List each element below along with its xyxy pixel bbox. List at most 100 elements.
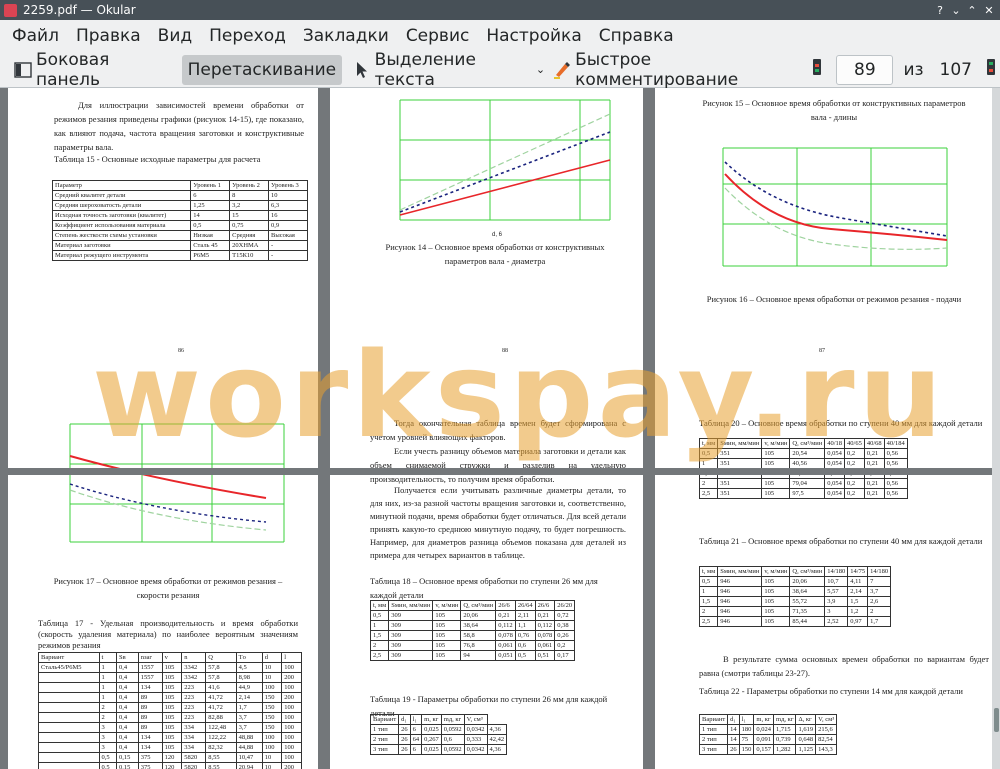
table-cell: Средняя [229, 230, 270, 241]
scrollbar-thumb[interactable] [994, 708, 999, 732]
table-row: 1 946 105 38,64 5,57 2,14 3,7 [698, 586, 892, 597]
table-cell: 3,9 [824, 596, 849, 607]
table-cell: 105 [161, 702, 183, 713]
vertical-scrollbar[interactable] [992, 88, 1000, 769]
table-cell: 223 [181, 682, 207, 693]
table-cell: 3 [98, 742, 117, 753]
table-cell: 0,4 [115, 742, 139, 753]
table-cell: t, мм [369, 600, 390, 611]
table-cell: 6,3 [268, 200, 308, 211]
table-cell: v, м/мин [761, 438, 791, 449]
table-cell: Сталь45/Р6М5 [38, 662, 100, 673]
document-view[interactable]: Для иллюстрации зависимостей времени обр… [0, 88, 1000, 769]
next-page-icon [986, 58, 996, 81]
menu-help[interactable]: Справка [599, 26, 674, 46]
table-cell: 309 [388, 610, 434, 621]
table-cell: 2 [698, 478, 719, 489]
menu-file[interactable]: Файл [12, 26, 59, 46]
table-cell [38, 732, 100, 743]
table-cell: V, см³ [463, 714, 488, 725]
table-cell: Материал режущего инструмента [51, 250, 192, 261]
sidebar-label: Боковая панель [36, 49, 110, 90]
table-cell: 105 [161, 672, 183, 683]
table-cell: Исходная точность заготовки (квалитет) [51, 210, 192, 221]
table-header-row: Вариант d₁ l₁ m, кг mд, кг V, см³ [369, 714, 507, 725]
next-page-button[interactable] [982, 55, 1000, 85]
close-window-icon[interactable]: ✕ [981, 2, 997, 18]
table-cell: 200 [281, 762, 302, 769]
menu-tools[interactable]: Сервис [406, 26, 470, 46]
table-cell: 48,88 [235, 732, 263, 743]
select-mode-dropdown[interactable]: ⌄ [534, 55, 547, 85]
table-cell: Т15К10 [229, 250, 270, 261]
minimize-window-icon[interactable]: ⌄ [948, 2, 964, 18]
table-cell: 58,8 [460, 630, 497, 641]
table-cell: 26 [727, 744, 740, 755]
table-cell [38, 712, 100, 723]
table-cell [38, 722, 100, 733]
table-cell: 8,98 [235, 672, 263, 683]
table-cell: 105 [161, 712, 183, 723]
quick-annotation-button[interactable]: Быстрое комментирование [547, 50, 804, 90]
table-cell: Sв [115, 652, 139, 663]
menu-settings[interactable]: Настройка [486, 26, 581, 46]
table-cell: Уровень 3 [268, 180, 308, 191]
table-cell: 3,2 [229, 200, 270, 211]
table-cell: 0,267 [421, 734, 442, 745]
table-cell: 150 [738, 744, 755, 755]
table-cell: 3 [98, 732, 117, 743]
table-row: 3 0,4 134 105 334 122,22 48,88 100 100 [38, 732, 302, 743]
table-cell: l [281, 652, 302, 663]
menu-edit[interactable]: Правка [76, 26, 141, 46]
table-header-row: t, мм Sмин, мм/мин v, м/мин Q, см³/мин 26/6 2… [369, 600, 576, 611]
table-cell: 0,0342 [463, 724, 488, 735]
menu-view[interactable]: Вид [158, 26, 192, 46]
table-cell: 2 [98, 712, 117, 723]
table-cell [38, 762, 100, 769]
table-cell: 0,76 [514, 630, 536, 641]
table-cell: 2 тип [698, 734, 729, 745]
table-cell: 0,75 [229, 220, 270, 231]
table-cell: 14/180 [824, 566, 849, 577]
menu-bookmarks[interactable]: Закладки [303, 26, 389, 46]
table-cell: 0,5 [98, 752, 117, 763]
table-cell: 0,72 [554, 610, 576, 621]
table-cell: 100 [281, 742, 302, 753]
table-cell: 2,5 [698, 488, 719, 499]
page-bottom-left: Рисунок 17 – Основное время обработки от… [8, 388, 318, 769]
table-cell: 5,57 [824, 586, 849, 597]
table-cell: 0,2 [554, 640, 576, 651]
menu-go[interactable]: Переход [209, 26, 286, 46]
time-table-14mm: t, мм Sмин, мм/мин v, м/мин Q, см³/мин 14/18… [698, 566, 892, 627]
table-cell: 20,06 [789, 576, 826, 587]
table-cell: 100 [281, 732, 302, 743]
table-cell: 150 [261, 712, 283, 723]
page-number-input[interactable]: 89 [836, 54, 894, 85]
table-cell: 150 [261, 702, 283, 713]
table-cell: - [268, 250, 308, 261]
figure-caption: Рисунок 17 – Основное время обработки от… [53, 576, 283, 600]
feed-chart [722, 147, 948, 267]
help-window-icon[interactable]: ? [932, 2, 948, 18]
table-cell: 2,14 [235, 692, 263, 703]
table-cell: 71,35 [789, 606, 826, 617]
table-cell: 0,024 [753, 724, 775, 735]
previous-page-button[interactable] [808, 55, 826, 85]
table-cell: 40/184 [883, 438, 908, 449]
page-of-label: из [903, 59, 924, 80]
table-cell: 1 [698, 458, 719, 469]
table-cell: v [161, 652, 183, 663]
table-cell: 223 [181, 702, 207, 713]
table-cell: 75 [738, 734, 755, 745]
sidebar-toggle-button[interactable]: Боковая панель [8, 50, 172, 90]
table-cell: 105 [761, 576, 791, 587]
select-text-button[interactable]: Выделение текста [348, 50, 534, 90]
table-cell: 1,2 [847, 606, 869, 617]
table-cell: - [268, 240, 308, 251]
table-cell: 40/68 [863, 438, 885, 449]
table-cell: 2 [698, 606, 719, 617]
drag-tool-button[interactable]: Перетаскивание [181, 54, 343, 85]
table-cell: 105 [161, 682, 183, 693]
maximize-window-icon[interactable]: ⌃ [964, 2, 980, 18]
table-cell: d₁ [727, 714, 740, 725]
